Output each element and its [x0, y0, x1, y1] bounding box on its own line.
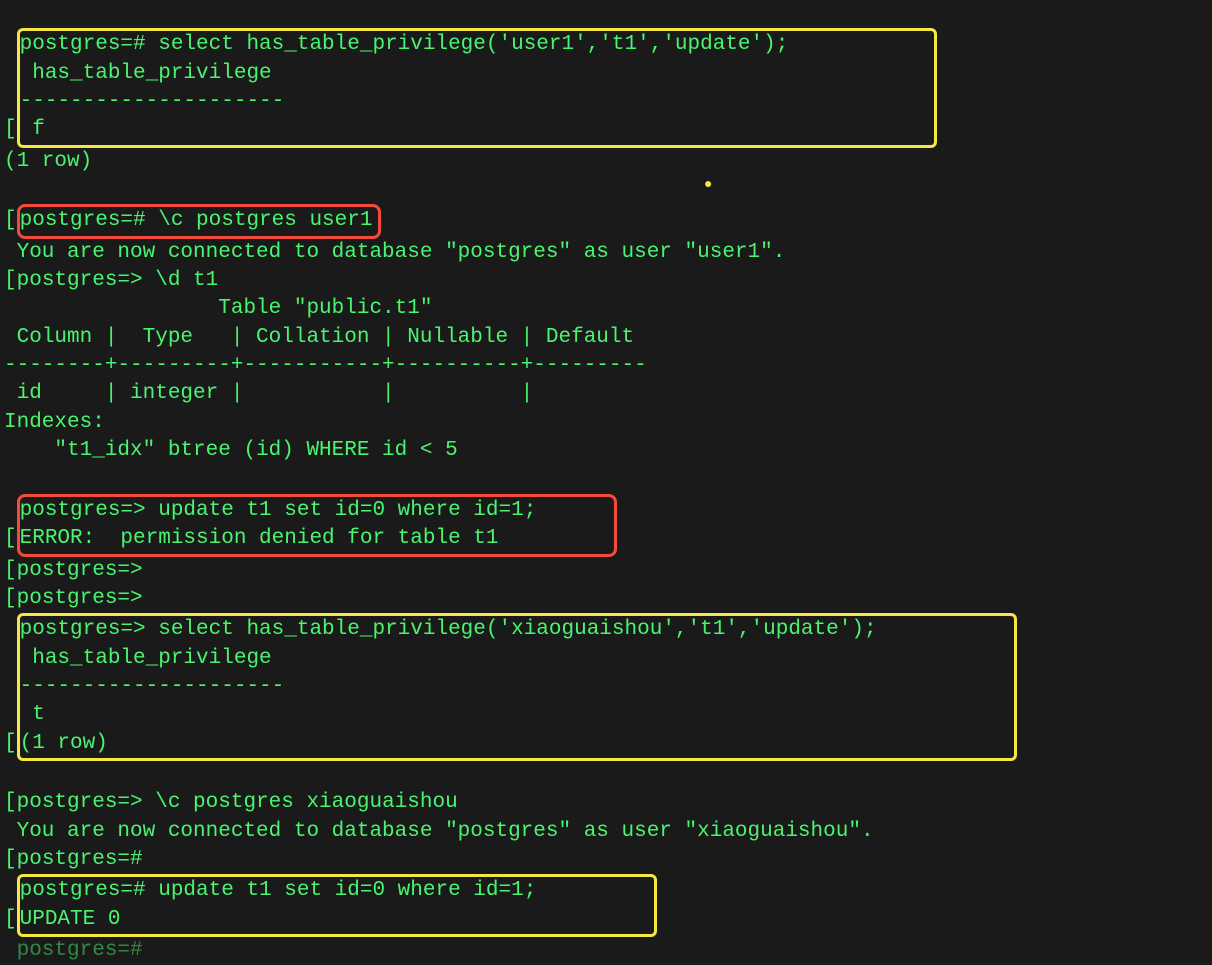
error-line: ERROR: permission denied for table t1 [20, 525, 608, 553]
terminal-output[interactable]: [ postgres=# select has_table_privilege('… [4, 0, 1212, 965]
caret-dot-icon: ● [704, 177, 712, 193]
highlight-box-query1: postgres=# select has_table_privilege('u… [17, 28, 937, 147]
prompt-bracket: [ [4, 791, 17, 814]
terminal-line: (1 row) [4, 150, 92, 173]
highlight-box-update-success: postgres=# update t1 set id=0 where id=1… [17, 874, 657, 937]
prompt-bracket: [ [4, 209, 17, 232]
terminal-line: postgres=# [4, 939, 143, 962]
terminal-line: postgres=# update t1 set id=0 where id=1… [20, 877, 650, 905]
terminal-line: f [20, 116, 930, 144]
terminal-line: postgres=> \c postgres xiaoguaishou [17, 791, 458, 814]
terminal-line: postgres=> update t1 set id=0 where id=1… [20, 497, 608, 525]
terminal-line: You are now connected to database "postg… [4, 820, 874, 843]
table-header: Table "public.t1" [4, 297, 432, 320]
highlight-box-error: postgres=> update t1 set id=0 where id=1… [17, 494, 617, 557]
indexes-label: Indexes: [4, 411, 105, 434]
prompt-bracket: [ [4, 587, 17, 610]
terminal-line: --------------------- [20, 88, 930, 116]
prompt-bracket: [ [4, 527, 17, 550]
terminal-line: has_table_privilege [20, 645, 1010, 673]
prompt-bracket: [ [4, 732, 17, 755]
prompt-bracket: [ [4, 848, 17, 871]
table-row: id | integer | | | [4, 382, 533, 405]
terminal-line: has_table_privilege [20, 60, 930, 88]
table-divider: --------+---------+-----------+---------… [4, 354, 647, 377]
terminal-line: postgres=> \d t1 [17, 269, 219, 292]
terminal-prompt: postgres=# [17, 848, 143, 871]
table-columns: Column | Type | Collation | Nullable | D… [4, 326, 634, 349]
terminal-line: postgres=> select has_table_privilege('x… [20, 616, 1010, 644]
index-definition: "t1_idx" btree (id) WHERE id < 5 [4, 439, 458, 462]
highlight-box-connect-user1: postgres=# \c postgres user1 [17, 204, 382, 238]
terminal-prompt: postgres=> [17, 559, 143, 582]
terminal-line: (1 row) [20, 730, 1010, 758]
prompt-bracket: [ [4, 908, 17, 931]
prompt-bracket: [ [4, 118, 17, 141]
prompt-bracket: [ [4, 559, 17, 582]
terminal-line: postgres=# select has_table_privilege('u… [20, 31, 930, 59]
terminal-line: t [20, 701, 1010, 729]
update-result: UPDATE 0 [20, 906, 650, 934]
terminal-line: You are now connected to database "postg… [4, 241, 785, 264]
highlight-box-query2: postgres=> select has_table_privilege('x… [17, 613, 1017, 761]
terminal-line: --------------------- [20, 673, 1010, 701]
prompt-bracket: [ [4, 269, 17, 292]
terminal-prompt: postgres=> [17, 587, 143, 610]
terminal-line: postgres=# \c postgres user1 [20, 209, 373, 232]
